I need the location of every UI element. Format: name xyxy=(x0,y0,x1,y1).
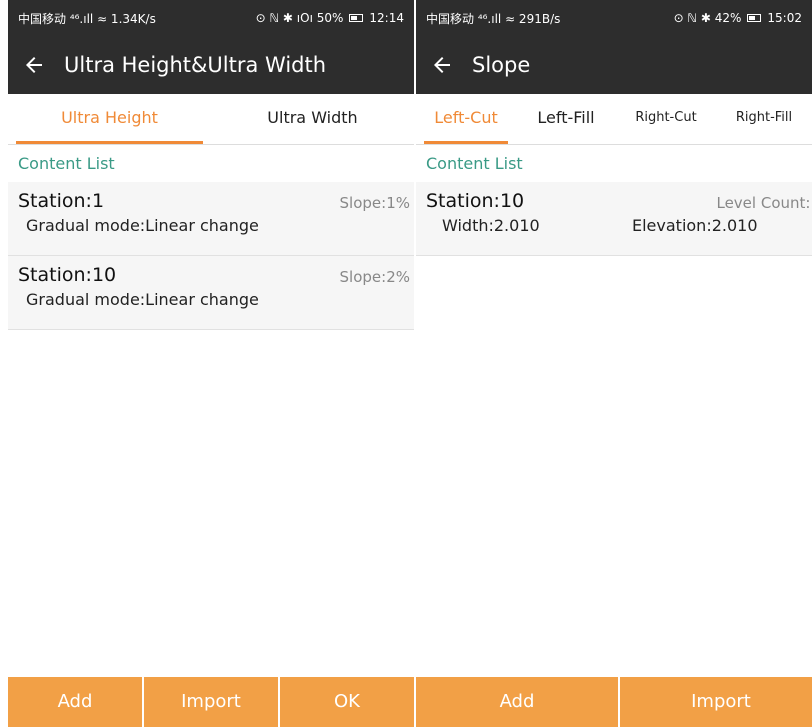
bottom-button-bar: Add Import xyxy=(416,677,812,727)
tab-ultra-width[interactable]: Ultra Width xyxy=(211,94,414,144)
list-item[interactable]: Station:1 Slope:1% Gradual mode:Linear c… xyxy=(8,182,414,256)
page-title: Ultra Height&Ultra Width xyxy=(64,53,327,77)
back-arrow-icon[interactable] xyxy=(20,51,48,79)
content-list-title: Content List xyxy=(8,144,414,182)
tab-right-cut[interactable]: Right-Cut xyxy=(616,94,716,144)
status-bar: 中国移动 ⁴⁶.ıll ≈ 1.34K/s ⊙ ℕ ✱ ıOı 50% 12:1… xyxy=(8,0,414,36)
add-button[interactable]: Add xyxy=(416,677,618,727)
tab-left-fill[interactable]: Left-Fill xyxy=(516,94,616,144)
elevation-label: Elevation:2.010 xyxy=(632,216,758,235)
status-left: 中国移动 ⁴⁶.ıll ≈ 291B/s xyxy=(426,11,561,26)
level-count-label: Level Count:1 xyxy=(716,194,812,212)
status-time: 12:14 xyxy=(369,11,404,25)
add-button[interactable]: Add xyxy=(8,677,142,727)
status-left: 中国移动 ⁴⁶.ıll ≈ 1.34K/s xyxy=(18,11,156,26)
slope-screen: 中国移动 ⁴⁶.ıll ≈ 291B/s ⊙ ℕ ✱ 42% 15:02 Slo… xyxy=(416,0,812,727)
back-arrow-icon[interactable] xyxy=(428,51,456,79)
list-item[interactable]: Station:10 Level Count:1 Width:2.010 Ele… xyxy=(416,182,812,256)
page-title: Slope xyxy=(472,53,531,77)
ultra-height-width-screen: 中国移动 ⁴⁶.ıll ≈ 1.34K/s ⊙ ℕ ✱ ıOı 50% 12:1… xyxy=(8,0,414,727)
status-bar: 中国移动 ⁴⁶.ıll ≈ 291B/s ⊙ ℕ ✱ 42% 15:02 xyxy=(416,0,812,36)
tab-left-cut[interactable]: Left-Cut xyxy=(416,94,516,144)
battery-icon xyxy=(747,14,762,22)
battery-icon xyxy=(349,14,364,22)
mode-label: Gradual mode:Linear change xyxy=(26,216,259,235)
mode-label: Gradual mode:Linear change xyxy=(26,290,259,309)
width-label: Width:2.010 xyxy=(442,216,540,235)
import-button[interactable]: Import xyxy=(620,677,812,727)
slope-label: Slope:1% xyxy=(339,194,410,212)
content-list-title: Content List xyxy=(416,144,812,182)
list-item[interactable]: Station:10 Slope:2% Gradual mode:Linear … xyxy=(8,256,414,330)
ok-button[interactable]: OK xyxy=(280,677,414,727)
bottom-button-bar: Add Import OK xyxy=(8,677,414,727)
status-icons: ⊙ ℕ ✱ ıOı 50% xyxy=(255,11,344,25)
tab-bar: Left-Cut Left-Fill Right-Cut Right-Fill xyxy=(416,94,812,144)
tab-bar: Ultra Height Ultra Width xyxy=(8,94,414,144)
app-bar: Ultra Height&Ultra Width xyxy=(8,36,414,94)
status-icons: ⊙ ℕ ✱ 42% xyxy=(673,11,742,25)
tab-ultra-height[interactable]: Ultra Height xyxy=(8,94,211,144)
tab-right-fill[interactable]: Right-Fill xyxy=(716,94,812,144)
status-time: 15:02 xyxy=(767,11,802,25)
import-button[interactable]: Import xyxy=(144,677,278,727)
app-bar: Slope xyxy=(416,36,812,94)
slope-label: Slope:2% xyxy=(339,268,410,286)
